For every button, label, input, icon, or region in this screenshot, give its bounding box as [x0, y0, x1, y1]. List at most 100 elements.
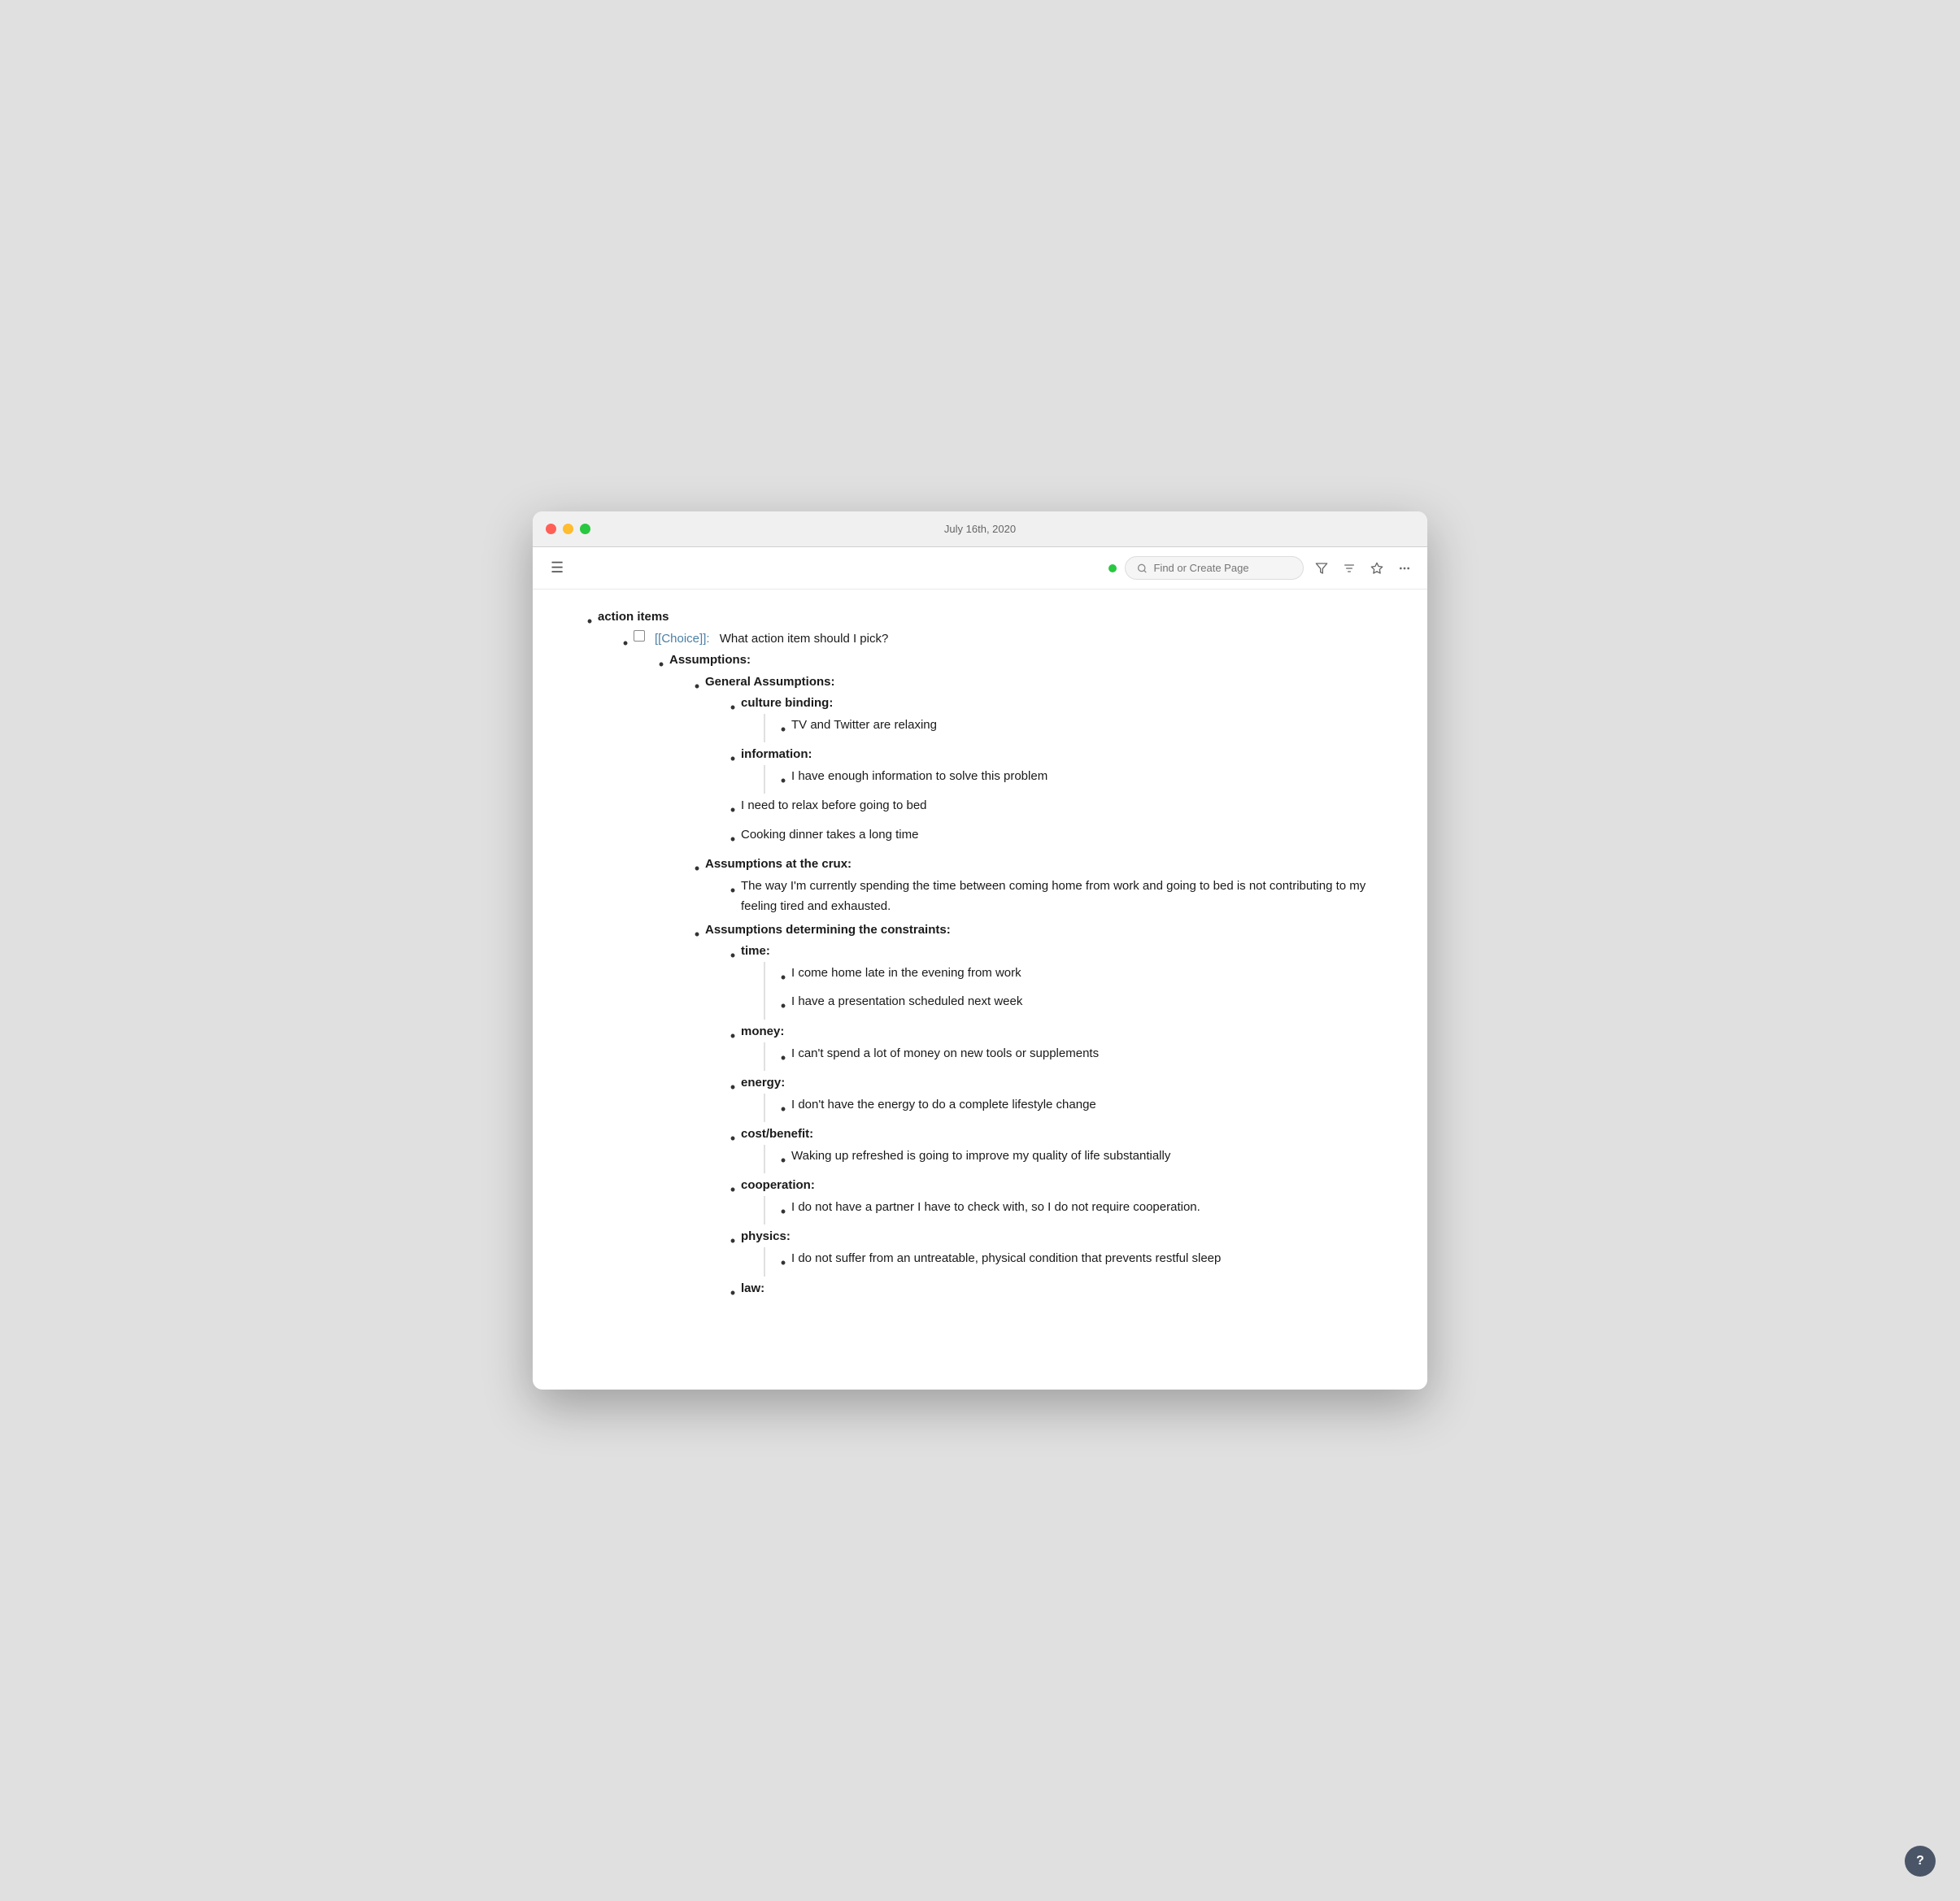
filter2-icon: [1343, 562, 1356, 575]
constraints-label: Assumptions determining the constraints:: [705, 923, 951, 937]
outline: action items: [581, 606, 1395, 1309]
costbenefit-item-1: Waking up refreshed is going to improve …: [791, 1149, 1170, 1163]
extra-item-1: I need to relax before going to bed: [741, 798, 927, 812]
bullet-icon: [725, 795, 741, 823]
minimize-button[interactable]: [563, 524, 573, 534]
crux-label: Assumptions at the crux:: [705, 857, 852, 871]
cooperation-label: cooperation:: [741, 1178, 815, 1192]
list-item: The way I'm currently spending the time …: [725, 875, 1395, 918]
list-item: action items: [581, 606, 1395, 1309]
filter-icon: [1315, 562, 1328, 575]
star-button[interactable]: [1367, 559, 1387, 578]
bullet-icon: [725, 1226, 741, 1254]
status-dot: [1108, 564, 1117, 572]
checkbox-item-text: What action item should I pick?: [720, 629, 889, 650]
bullet-icon: [725, 693, 741, 720]
traffic-lights: [546, 524, 590, 534]
list-item: I don't have the energy to do a complete…: [760, 1094, 1395, 1123]
list-item: cooperation:: [725, 1174, 1395, 1225]
time-item-2: I have a presentation scheduled next wee…: [791, 994, 1022, 1008]
list-item: money:: [725, 1020, 1395, 1072]
bullet-icon: [775, 963, 791, 990]
list-item: I come home late in the evening from wor…: [760, 962, 1395, 1020]
list-item: General Assumptions:: [689, 671, 1395, 854]
choice-link[interactable]: [[Choice]]:: [655, 629, 710, 650]
bullet-icon: [725, 1124, 741, 1151]
energy-label: energy:: [741, 1076, 785, 1090]
list-item: cost/benefit:: [725, 1123, 1395, 1174]
filter2-button[interactable]: [1339, 559, 1359, 578]
action-items-label: action items: [598, 610, 669, 624]
general-assumptions-label: General Assumptions:: [705, 675, 834, 689]
maximize-button[interactable]: [580, 524, 590, 534]
checkbox[interactable]: [634, 630, 645, 642]
hamburger-button[interactable]: ☰: [546, 555, 568, 581]
list-item: time:: [725, 940, 1395, 1020]
star-icon: [1370, 562, 1383, 575]
help-icon: ?: [1916, 1854, 1924, 1868]
bullet-icon: [775, 1146, 791, 1173]
list-item: Cooking dinner takes a long time: [725, 824, 1395, 853]
culture-binding-label: culture binding:: [741, 696, 833, 710]
time-label: time:: [741, 944, 770, 958]
toolbar: ☰: [533, 547, 1427, 589]
search-icon: [1137, 563, 1147, 574]
search-input[interactable]: [1153, 562, 1291, 574]
bullet-icon: [725, 941, 741, 968]
bullet-icon: [689, 854, 705, 881]
culture-binding-item: TV and Twitter are relaxing: [791, 718, 937, 732]
list-item: Assumptions at the crux:: [689, 853, 1395, 919]
bullet-icon: [775, 1043, 791, 1071]
bullet-icon: [689, 920, 705, 947]
bullet-icon: [775, 1197, 791, 1225]
list-item: I can't spend a lot of money on new tool…: [760, 1042, 1395, 1072]
energy-item-1: I don't have the energy to do a complete…: [791, 1098, 1096, 1111]
bullet-icon: [725, 1021, 741, 1049]
money-item-1: I can't spend a lot of money on new tool…: [791, 1046, 1099, 1060]
close-button[interactable]: [546, 524, 556, 534]
bullet-icon: [725, 1175, 741, 1203]
bullet-icon: [689, 672, 705, 699]
cooperation-item-1: I do not have a partner I have to check …: [791, 1200, 1200, 1214]
law-label: law:: [741, 1281, 764, 1295]
bullet-icon: [725, 876, 741, 903]
list-item: Assumptions determining the constraints:: [689, 919, 1395, 1307]
time-item-1: I come home late in the evening from wor…: [791, 966, 1021, 980]
list-item: culture binding:: [725, 692, 1395, 743]
bullet-icon: [653, 650, 669, 677]
list-item: I do not have a partner I have to check …: [760, 1196, 1395, 1225]
content-area: action items: [533, 589, 1427, 1390]
list-item: I have enough information to solve this …: [760, 765, 1395, 794]
bullet-icon: [581, 607, 598, 634]
bullet-icon: [725, 824, 741, 852]
information-item: I have enough information to solve this …: [791, 769, 1048, 783]
bullet-icon: [775, 1094, 791, 1122]
search-bar[interactable]: [1125, 556, 1304, 580]
more-button[interactable]: [1395, 559, 1414, 578]
bullet-icon: [775, 991, 791, 1019]
toolbar-right: [1108, 556, 1414, 580]
money-label: money:: [741, 1024, 784, 1038]
physics-label: physics:: [741, 1229, 791, 1243]
list-item: I need to relax before going to bed: [725, 794, 1395, 824]
bullet-icon: [775, 1248, 791, 1276]
list-item: information:: [725, 743, 1395, 794]
bullet-icon: [617, 629, 634, 656]
app-window: July 16th, 2020 ☰: [533, 511, 1427, 1390]
list-item: energy:: [725, 1072, 1395, 1123]
bullet-icon: [775, 715, 791, 742]
more-icon: [1398, 562, 1411, 575]
bullet-icon: [725, 744, 741, 772]
list-item: [[Choice]]: What action item should I pi…: [617, 628, 1395, 1309]
list-item: physics:: [725, 1225, 1395, 1277]
bullet-icon: [725, 1278, 741, 1306]
assumptions-label: Assumptions:: [669, 653, 751, 667]
physics-item-1: I do not suffer from an untreatable, phy…: [791, 1251, 1221, 1265]
list-item: law:: [725, 1277, 1395, 1307]
filter-button[interactable]: [1312, 559, 1331, 578]
list-item: Waking up refreshed is going to improve …: [760, 1145, 1395, 1174]
crux-item: The way I'm currently spending the time …: [741, 879, 1365, 914]
help-button[interactable]: ?: [1905, 1846, 1936, 1877]
list-item: Assumptions:: [653, 649, 1395, 1307]
titlebar: July 16th, 2020: [533, 511, 1427, 547]
